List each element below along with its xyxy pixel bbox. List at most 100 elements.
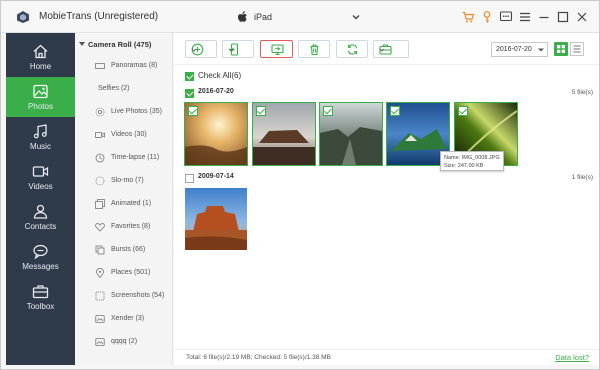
photo-checkbox[interactable] [390, 106, 400, 116]
key-icon[interactable] [480, 10, 494, 24]
album-item-slo-mo[interactable]: Slo-mo (7) [95, 175, 172, 189]
album-panel: Camera Roll (475) Panoramas (8) Selfies … [75, 33, 173, 365]
device-selector[interactable]: iPad [237, 10, 361, 26]
album-item-places[interactable]: Places (501) [95, 267, 172, 281]
app-window: MobieTrans (Unregistered) iPad Home Phot… [0, 0, 600, 370]
sidebar-item-home[interactable]: Home [6, 37, 75, 77]
menu-icon[interactable] [518, 10, 532, 24]
window-controls [461, 10, 589, 24]
title-bar: MobieTrans (Unregistered) iPad Home Phot… [1, 1, 599, 365]
delete-icon [310, 44, 319, 56]
check-all-checkbox[interactable] [185, 72, 194, 81]
group-date: 2016-07-20 [198, 88, 234, 95]
messages-icon [33, 244, 48, 260]
photo-thumbnail[interactable] [184, 102, 248, 166]
main-content: 2016-07-20 Check All(6) 2016-07-20 5 fil… [174, 33, 599, 365]
tooltip-file-size: Size: 247.00 KB [444, 163, 484, 169]
photo-thumbnail[interactable] [252, 102, 316, 166]
sidebar-item-label: Messages [22, 262, 59, 271]
place-icon [96, 268, 104, 278]
album-item-favorites[interactable]: Favorites (8) [95, 221, 172, 235]
photo-thumbnail[interactable] [319, 102, 383, 166]
album-item-label: Live Photos (35) [111, 108, 162, 115]
status-bar: Total: 6 file(s)/2.19 MB; Checked: 5 fil… [174, 349, 599, 365]
check-all-label: Check All(6) [198, 71, 242, 80]
album-item-label: qqqq (2) [111, 338, 138, 345]
tooltip-file-name: Name: IMG_0008.JPG [444, 155, 500, 161]
date-filter-select[interactable]: 2016-07-20 [491, 42, 548, 57]
sidebar: Home Photos Music Videos Contacts Messag… [6, 33, 75, 365]
maximize-icon[interactable] [556, 10, 570, 24]
sidebar-item-music[interactable]: Music [6, 117, 75, 157]
album-item-label: Places (501) [111, 269, 151, 276]
refresh-button[interactable] [336, 40, 368, 58]
album-item-screenshots[interactable]: Screenshots (54) [95, 290, 172, 304]
grid-view-icon [557, 45, 565, 53]
export-to-device-button[interactable] [222, 40, 254, 58]
album-header[interactable]: Camera Roll (475) [79, 40, 151, 49]
date-group-header: 2016-07-20 5 file(s) [174, 87, 599, 101]
album-item-time-lapse[interactable]: Time-lapse (11) [95, 152, 172, 166]
more-button[interactable] [373, 40, 409, 58]
data-lost-link[interactable]: Data lost? [555, 353, 589, 362]
chevron-down-icon [538, 48, 544, 52]
sidebar-item-label: Home [29, 62, 52, 71]
date-filter-value: 2016-07-20 [496, 46, 532, 53]
toolbox-icon [32, 285, 49, 299]
export-to-pc-icon [271, 44, 284, 55]
sidebar-item-label: Contacts [24, 222, 57, 231]
sidebar-item-toolbox[interactable]: Toolbox [6, 277, 75, 317]
album-item-label: Time-lapse (11) [111, 154, 160, 161]
close-icon[interactable] [575, 10, 589, 24]
video-icon [32, 166, 49, 177]
photo-thumbnail[interactable] [185, 188, 247, 250]
heart-icon [95, 223, 105, 232]
album-item-selfies[interactable]: Selfies (2) [95, 83, 172, 97]
app-logo-icon [17, 11, 29, 23]
photo-checkbox[interactable] [256, 106, 266, 116]
album-item-qqqq[interactable]: qqqq (2) [95, 336, 172, 350]
album-item-animated[interactable]: Animated (1) [95, 198, 172, 212]
sidebar-item-messages[interactable]: Messages [6, 237, 75, 277]
contacts-icon [33, 204, 48, 219]
album-item-live-photos[interactable]: Live Photos (35) [95, 106, 172, 120]
group-checkbox[interactable] [185, 174, 194, 183]
sidebar-item-videos[interactable]: Videos [6, 157, 75, 197]
date-group-header: 2009-07-14 1 file(s) [174, 172, 599, 186]
add-button[interactable] [185, 40, 217, 58]
grid-view-button[interactable] [554, 42, 568, 56]
group-file-count: 5 file(s) [571, 89, 593, 96]
minimize-icon[interactable] [537, 10, 551, 24]
sidebar-item-photos[interactable]: Photos [6, 77, 75, 117]
video-icon [95, 132, 105, 138]
apple-icon [238, 11, 247, 22]
caret-down-icon [79, 42, 85, 46]
cart-icon[interactable] [461, 10, 475, 24]
album-item-label: Videos (30) [111, 131, 147, 138]
feedback-icon[interactable] [499, 10, 513, 24]
sidebar-item-contacts[interactable]: Contacts [6, 197, 75, 237]
group-checkbox[interactable] [185, 89, 194, 98]
group-file-count: 1 file(s) [571, 174, 593, 181]
album-item-videos[interactable]: Videos (30) [95, 129, 172, 143]
album-item-panoramas[interactable]: Panoramas (8) [95, 60, 172, 74]
delete-button[interactable] [298, 40, 330, 58]
sidebar-item-label: Toolbox [26, 302, 55, 311]
photo-info-tooltip: Name: IMG_0008.JPG Size: 247.00 KB [440, 151, 504, 171]
photo-checkbox[interactable] [323, 106, 333, 116]
album-item-xender[interactable]: Xender (3) [95, 313, 172, 327]
live-photo-icon [95, 107, 105, 117]
album-item-bursts[interactable]: Bursts (66) [95, 244, 172, 258]
export-to-pc-button[interactable] [260, 40, 293, 58]
photo-desert-butte [185, 188, 247, 250]
sidebar-item-label: Videos [28, 182, 53, 191]
app-title: MobieTrans (Unregistered) [39, 11, 159, 22]
chevron-down-icon [228, 48, 234, 52]
list-view-button[interactable] [570, 42, 584, 56]
album-item-label: Favorites (8) [111, 223, 151, 230]
photo-checkbox[interactable] [458, 106, 468, 116]
photo-checkbox[interactable] [188, 106, 198, 116]
chevron-down-icon[interactable] [351, 12, 361, 22]
album-item-label: Screenshots (54) [111, 292, 165, 299]
album-header-label: Camera Roll (475) [88, 40, 152, 49]
